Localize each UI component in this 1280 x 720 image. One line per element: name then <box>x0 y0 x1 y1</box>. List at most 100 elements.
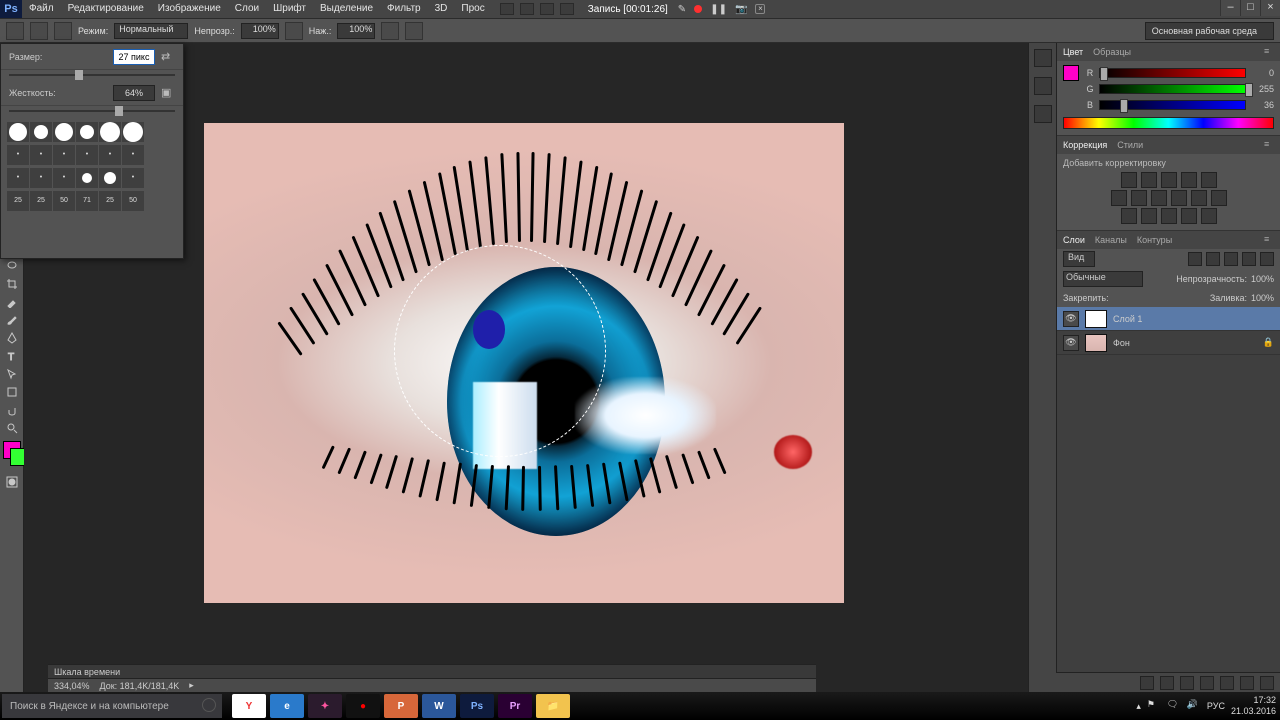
brush-preset[interactable] <box>53 122 75 142</box>
flow-input[interactable]: 100% <box>337 23 375 39</box>
tray-date[interactable]: 21.03.2016 <box>1231 706 1276 717</box>
zoom-value[interactable]: 334,04% <box>54 681 90 691</box>
crop-tool[interactable] <box>2 275 22 293</box>
mode-select[interactable]: Нормальный <box>114 23 188 39</box>
brush-flip-icon[interactable]: ⇄ <box>161 50 175 64</box>
tab-styles[interactable]: Стили <box>1117 140 1143 150</box>
menu-image[interactable]: Изображение <box>151 0 228 18</box>
brush-hardness-slider[interactable] <box>9 106 175 116</box>
shape-tool[interactable] <box>2 383 22 401</box>
brush-size-input[interactable]: 27 пикс <box>113 49 155 65</box>
pencil-icon[interactable]: ✎ <box>678 4 686 15</box>
taskbar-search[interactable]: Поиск в Яндексе и на компьютере <box>2 694 222 718</box>
tool-preset-icon[interactable] <box>6 22 24 40</box>
mic-icon[interactable] <box>202 698 216 712</box>
adj-icon[interactable] <box>1111 190 1127 206</box>
rec-close-icon[interactable]: × <box>755 4 765 14</box>
airbrush-icon[interactable] <box>381 22 399 40</box>
brush-preset[interactable]: 25 <box>7 191 29 211</box>
brush-preset[interactable]: 71 <box>76 191 98 211</box>
pressure-size-icon[interactable] <box>405 22 423 40</box>
panel-menu-icon[interactable]: ≡ <box>1264 139 1276 149</box>
brush-preset[interactable]: 25 <box>99 191 121 211</box>
layer-row[interactable]: 👁 Фон 🔒 <box>1057 331 1280 355</box>
brush-preset[interactable]: • <box>30 168 52 188</box>
tray-icon[interactable]: ⚑ <box>1147 699 1161 713</box>
hand-tool[interactable] <box>2 401 22 419</box>
layout-icon[interactable] <box>500 3 514 15</box>
menu-3d[interactable]: 3D <box>428 0 455 18</box>
slider-green[interactable] <box>1099 84 1246 94</box>
filter-adjust-icon[interactable] <box>1206 252 1220 266</box>
brush-preset[interactable]: • <box>122 145 144 165</box>
adj-icon[interactable] <box>1151 190 1167 206</box>
brush-preset[interactable]: • <box>30 145 52 165</box>
layer-filter-select[interactable]: Вид <box>1063 251 1095 267</box>
brush-preset[interactable] <box>76 122 98 142</box>
brush-size-slider[interactable] <box>9 70 175 80</box>
adj-icon[interactable] <box>1201 172 1217 188</box>
pressure-opacity-icon[interactable] <box>285 22 303 40</box>
fx-icon[interactable] <box>1034 105 1052 123</box>
quickmask-tool[interactable] <box>2 473 22 491</box>
tab-color[interactable]: Цвет <box>1063 47 1083 57</box>
menu-type[interactable]: Шрифт <box>266 0 313 18</box>
trash-icon[interactable] <box>1260 676 1274 690</box>
filter-shape-icon[interactable] <box>1242 252 1256 266</box>
taskbar-app[interactable]: Pr <box>498 694 532 718</box>
adj-icon[interactable] <box>1171 190 1187 206</box>
tray-lang[interactable]: РУС <box>1207 701 1225 711</box>
color-fg-swatch[interactable] <box>1063 65 1079 81</box>
link-layers-icon[interactable] <box>1140 676 1154 690</box>
document-canvas[interactable] <box>204 123 844 603</box>
filter-smart-icon[interactable] <box>1260 252 1274 266</box>
taskbar-app[interactable]: ✦ <box>308 694 342 718</box>
layer-row[interactable]: 👁 Слой 1 <box>1057 307 1280 331</box>
taskbar-app[interactable]: P <box>384 694 418 718</box>
camera-icon[interactable]: 📷 <box>735 4 747 15</box>
screen-icon[interactable] <box>560 3 574 15</box>
brush-preset[interactable]: • <box>53 145 75 165</box>
taskbar-app[interactable]: ● <box>346 694 380 718</box>
brush-preset[interactable] <box>99 122 121 142</box>
hand-icon[interactable] <box>540 3 554 15</box>
fx-icon[interactable] <box>1160 676 1174 690</box>
slider-blue[interactable] <box>1099 100 1246 110</box>
path-select-tool[interactable] <box>2 365 22 383</box>
filter-image-icon[interactable] <box>1188 252 1202 266</box>
brush-preset[interactable]: • <box>76 145 98 165</box>
adj-icon[interactable] <box>1211 190 1227 206</box>
adj-icon[interactable] <box>1161 172 1177 188</box>
layer-name[interactable]: Фон <box>1113 338 1130 348</box>
eyedropper-tool[interactable] <box>2 293 22 311</box>
menu-filter[interactable]: Фильтр <box>380 0 428 18</box>
zoom-tool[interactable] <box>2 419 22 437</box>
timeline-tab[interactable]: Шкала времени <box>48 664 816 678</box>
brush-preset[interactable] <box>7 122 29 142</box>
brush-preset-icon[interactable] <box>30 22 48 40</box>
value-red[interactable]: 0 <box>1250 68 1274 78</box>
layer-name[interactable]: Слой 1 <box>1113 314 1142 324</box>
layer-visibility-icon[interactable]: 👁 <box>1063 311 1079 327</box>
foreground-color-swatch[interactable] <box>3 441 21 459</box>
panel-menu-icon[interactable]: ≡ <box>1264 46 1276 56</box>
blend-mode-select[interactable]: Обычные <box>1063 271 1143 287</box>
tray-icon[interactable]: 🗨 <box>1167 699 1181 713</box>
brush-preset[interactable]: • <box>7 145 29 165</box>
tab-layers[interactable]: Слои <box>1063 235 1085 245</box>
brush-preset[interactable]: 50 <box>122 191 144 211</box>
tray-time[interactable]: 17:32 <box>1231 695 1276 706</box>
tray-arrow-icon[interactable]: ▴ <box>1136 701 1141 712</box>
layer-thumbnail[interactable] <box>1085 310 1107 328</box>
opacity-input[interactable]: 100% <box>241 23 279 39</box>
menu-layers[interactable]: Слои <box>228 0 266 18</box>
pen-tool[interactable] <box>2 329 22 347</box>
color-spectrum[interactable] <box>1063 117 1274 129</box>
new-layer-icon[interactable] <box>1240 676 1254 690</box>
layer-thumbnail[interactable] <box>1085 334 1107 352</box>
tab-paths[interactable]: Контуры <box>1137 235 1172 245</box>
new-group-icon[interactable] <box>1220 676 1234 690</box>
brush-preset[interactable]: • <box>99 145 121 165</box>
taskbar-app[interactable]: W <box>422 694 456 718</box>
brush-preset[interactable]: • <box>7 168 29 188</box>
